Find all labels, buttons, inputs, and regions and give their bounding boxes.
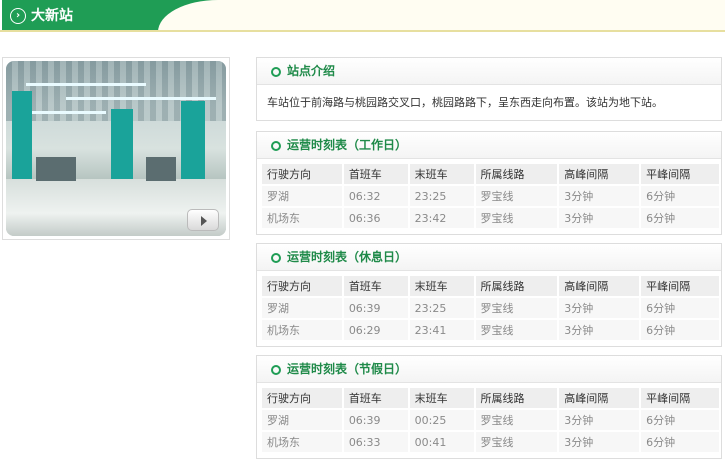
column-header: 高峰间隔: [559, 276, 640, 296]
schedule-panel-header: 运营时刻表（节假日）: [257, 356, 721, 383]
table-cell: 机场东: [262, 320, 342, 340]
schedule-table: 行驶方向 首班车 末班车 所属线路 高峰间隔 平峰间隔 罗湖 06:32 23:…: [260, 162, 721, 230]
photo-pillar: [111, 109, 133, 189]
column-header: 行驶方向: [262, 388, 342, 408]
table-row: 罗湖 06:32 23:25 罗宝线 3分钟 6分钟: [262, 186, 719, 206]
schedule-table: 行驶方向 首班车 末班车 所属线路 高峰间隔 平峰间隔 罗湖 06:39 00:…: [260, 386, 721, 454]
table-header-row: 行驶方向 首班车 末班车 所属线路 高峰间隔 平峰间隔: [262, 388, 719, 408]
table-cell: 罗宝线: [475, 410, 558, 430]
table-cell: 机场东: [262, 432, 342, 452]
intro-panel-header: 站点介绍: [257, 58, 721, 85]
station-photo-card: [2, 57, 230, 240]
table-cell: 06:32: [343, 186, 408, 206]
header-cream-band: [158, 0, 725, 32]
table-cell: 23:25: [409, 298, 474, 318]
table-cell: 6分钟: [641, 320, 719, 340]
table-cell: 06:39: [343, 410, 408, 430]
table-cell: 00:41: [409, 432, 474, 452]
column-header: 所属线路: [475, 276, 558, 296]
header-underline: [0, 30, 725, 32]
table-cell: 23:25: [409, 186, 474, 206]
column-header: 所属线路: [475, 388, 558, 408]
table-cell: 23:42: [409, 208, 474, 228]
table-cell: 罗宝线: [475, 298, 558, 318]
column-header: 平峰间隔: [641, 388, 719, 408]
table-cell: 罗湖: [262, 186, 342, 206]
table-cell: 3分钟: [559, 432, 640, 452]
table-cell: 罗宝线: [475, 208, 558, 228]
schedule-panel-header: 运营时刻表（工作日）: [257, 132, 721, 159]
schedule-panel-header: 运营时刻表（休息日）: [257, 244, 721, 271]
photo-ceiling-light: [66, 97, 216, 100]
table-header-row: 行驶方向 首班车 末班车 所属线路 高峰间隔 平峰间隔: [262, 164, 719, 184]
column-header: 首班车: [343, 164, 408, 184]
photo-fare-gate: [36, 157, 76, 181]
intro-text: 车站位于前海路与桃园路交叉口，桃园路路下，呈东西走向布置。该站为地下站。: [267, 96, 663, 109]
table-cell: 06:36: [343, 208, 408, 228]
schedule-panel-weekend: 运营时刻表（休息日） 行驶方向 首班车 末班车 所属线路 高峰间隔 平峰间隔 罗…: [256, 243, 722, 347]
column-header: 所属线路: [475, 164, 558, 184]
column-header: 首班车: [343, 388, 408, 408]
table-cell: 3分钟: [559, 186, 640, 206]
table-row: 罗湖 06:39 23:25 罗宝线 3分钟 6分钟: [262, 298, 719, 318]
schedule-panel-holiday: 运营时刻表（节假日） 行驶方向 首班车 末班车 所属线路 高峰间隔 平峰间隔 罗…: [256, 355, 722, 459]
table-row: 机场东 06:36 23:42 罗宝线 3分钟 6分钟: [262, 208, 719, 228]
column-header: 行驶方向: [262, 164, 342, 184]
column-header: 高峰间隔: [559, 388, 640, 408]
table-cell: 罗宝线: [475, 320, 558, 340]
table-header-row: 行驶方向 首班车 末班车 所属线路 高峰间隔 平峰间隔: [262, 276, 719, 296]
column-header: 首班车: [343, 276, 408, 296]
column-header: 末班车: [409, 164, 474, 184]
table-cell: 23:41: [409, 320, 474, 340]
column-header: 末班车: [409, 276, 474, 296]
table-cell: 06:39: [343, 298, 408, 318]
schedule-table: 行驶方向 首班车 末班车 所属线路 高峰间隔 平峰间隔 罗湖 06:39 23:…: [260, 274, 721, 342]
column-header: 末班车: [409, 388, 474, 408]
ring-bullet-icon: [271, 365, 281, 375]
table-cell: 3分钟: [559, 410, 640, 430]
table-cell: 00:25: [409, 410, 474, 430]
table-cell: 06:33: [343, 432, 408, 452]
station-title: 大新站: [31, 8, 73, 24]
play-button[interactable]: [187, 209, 219, 231]
table-cell: 3分钟: [559, 208, 640, 228]
table-cell: 6分钟: [641, 410, 719, 430]
photo-fare-gate: [146, 157, 176, 181]
photo-ceiling-light: [26, 83, 146, 86]
column-header: 高峰间隔: [559, 164, 640, 184]
table-row: 罗湖 06:39 00:25 罗宝线 3分钟 6分钟: [262, 410, 719, 430]
table-cell: 机场东: [262, 208, 342, 228]
column-header: 行驶方向: [262, 276, 342, 296]
table-cell: 6分钟: [641, 208, 719, 228]
station-intro-panel: 站点介绍 车站位于前海路与桃园路交叉口，桃园路路下，呈东西走向布置。该站为地下站…: [256, 57, 722, 121]
play-icon: [201, 216, 207, 226]
photo-pillar: [12, 91, 32, 191]
schedule-title: 运营时刻表（休息日）: [287, 250, 408, 264]
schedule-panel-workday: 运营时刻表（工作日） 行驶方向 首班车 末班车 所属线路 高峰间隔 平峰间隔 罗…: [256, 131, 722, 235]
table-row: 机场东 06:29 23:41 罗宝线 3分钟 6分钟: [262, 320, 719, 340]
table-cell: 6分钟: [641, 186, 719, 206]
table-row: 机场东 06:33 00:41 罗宝线 3分钟 6分钟: [262, 432, 719, 452]
ring-bullet-icon: [271, 67, 281, 77]
intro-title: 站点介绍: [287, 64, 336, 78]
circle-chevron-right-icon: ›: [10, 8, 26, 24]
station-photo[interactable]: [6, 61, 226, 236]
ring-bullet-icon: [271, 253, 281, 263]
schedule-title: 运营时刻表（节假日）: [287, 362, 408, 376]
table-cell: 罗湖: [262, 298, 342, 318]
table-cell: 6分钟: [641, 298, 719, 318]
table-cell: 罗宝线: [475, 186, 558, 206]
table-cell: 罗湖: [262, 410, 342, 430]
ring-bullet-icon: [271, 141, 281, 151]
table-cell: 3分钟: [559, 298, 640, 318]
table-cell: 6分钟: [641, 432, 719, 452]
column-header: 平峰间隔: [641, 164, 719, 184]
schedule-title: 运营时刻表（工作日）: [287, 138, 408, 152]
table-cell: 罗宝线: [475, 432, 558, 452]
station-header: › 大新站: [0, 0, 725, 32]
table-cell: 3分钟: [559, 320, 640, 340]
table-cell: 06:29: [343, 320, 408, 340]
column-header: 平峰间隔: [641, 276, 719, 296]
